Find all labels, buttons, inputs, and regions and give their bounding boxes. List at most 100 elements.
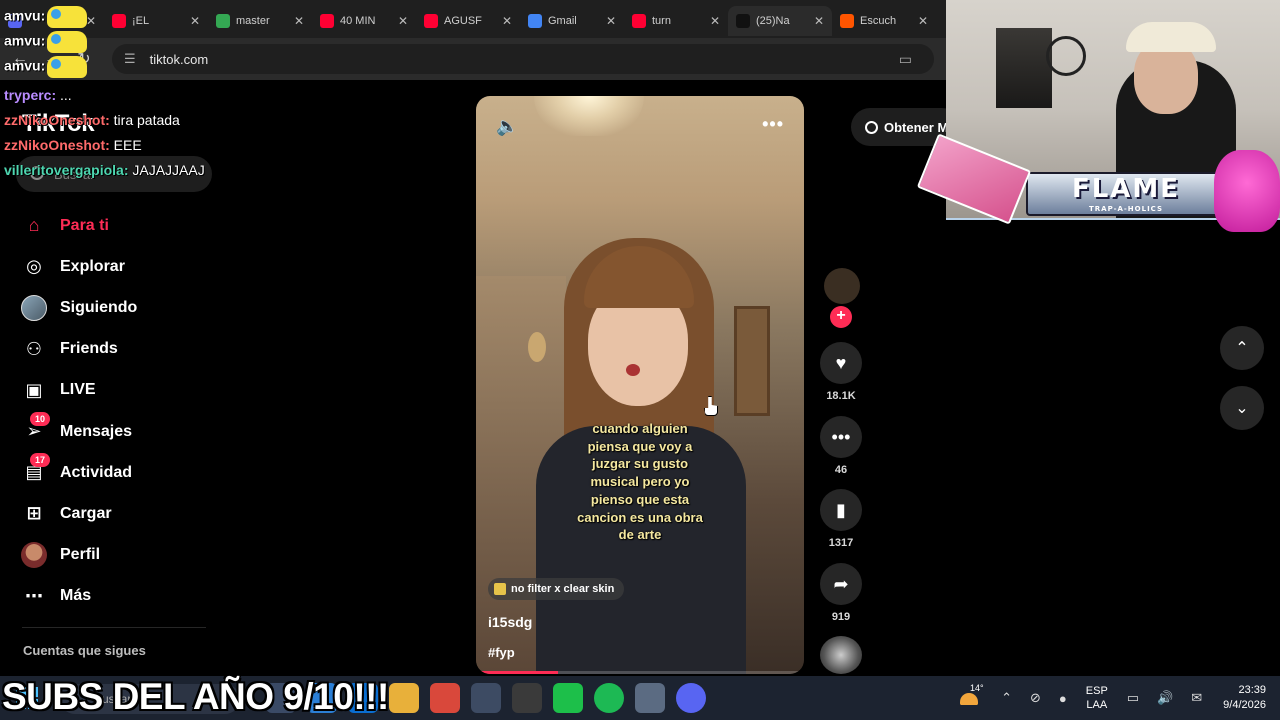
heart-icon[interactable]: ♥ bbox=[820, 342, 862, 384]
sidebar-item-cargar[interactable]: ⊞ Cargar bbox=[20, 493, 210, 534]
video-progress-bar[interactable] bbox=[476, 671, 804, 674]
follow-plus-icon[interactable]: + bbox=[830, 306, 852, 328]
chat-username: villeritovergapiola: bbox=[4, 162, 129, 178]
more-options-icon[interactable]: ••• bbox=[762, 114, 784, 135]
profile-avatar-icon bbox=[20, 541, 48, 569]
sidebar-item-siguiendo[interactable]: Siguiendo bbox=[20, 287, 210, 328]
sidebar-item-label: Actividad bbox=[60, 463, 133, 481]
close-tab-icon[interactable]: ✕ bbox=[918, 14, 928, 28]
music-pill[interactable]: no filter x clear skin bbox=[488, 578, 625, 600]
live-tv-icon: ▣ bbox=[25, 379, 43, 400]
close-tab-icon[interactable]: ✕ bbox=[190, 14, 200, 28]
browser-toolbar: ← → ↻ ☰ tiktok.com ▭ bbox=[0, 38, 946, 80]
notification-icon[interactable]: ✉ bbox=[1191, 690, 1202, 706]
chat-text: tira patada bbox=[109, 112, 180, 128]
save-action[interactable]: ▮ 1317 bbox=[818, 489, 864, 549]
pink-buddha-sticker bbox=[1214, 150, 1280, 232]
chat-message: amvu: bbox=[4, 6, 88, 28]
browser-tab[interactable]: Gmail ✕ bbox=[520, 6, 624, 36]
share-icon[interactable]: ➦ bbox=[820, 563, 862, 605]
flame-logo-banner: FLAME TRAP-A-HOLICS bbox=[1026, 172, 1226, 216]
comment-icon[interactable]: ••• bbox=[820, 416, 862, 458]
video-player[interactable]: 🔈 ••• cuando alguien piensa que voy a ju… bbox=[476, 96, 804, 674]
close-tab-icon[interactable]: ✕ bbox=[814, 14, 824, 28]
store-icon[interactable] bbox=[429, 683, 460, 713]
site-settings-icon[interactable]: ☰ bbox=[124, 51, 136, 67]
discord-icon[interactable] bbox=[675, 683, 706, 713]
browser-tab[interactable]: (25)Na ✕ bbox=[728, 6, 832, 36]
chat-emote-icon bbox=[47, 31, 88, 53]
creator-avatar[interactable] bbox=[824, 268, 860, 304]
browser-tab[interactable]: AGUSF ✕ bbox=[416, 6, 520, 36]
sidebar-item-live[interactable]: ▣ LIVE bbox=[20, 370, 210, 411]
volume-icon[interactable]: 🔈 bbox=[496, 116, 518, 137]
comment-action[interactable]: ••• 46 bbox=[818, 416, 864, 476]
more-icon: ⋯ bbox=[25, 585, 43, 606]
address-bar[interactable]: ☰ tiktok.com ▭ bbox=[112, 44, 934, 74]
previous-video-button[interactable]: ⌃ bbox=[1220, 326, 1264, 370]
tiktok-icon bbox=[736, 14, 750, 28]
youtube-icon bbox=[632, 14, 646, 28]
volume-tray-icon[interactable]: 🔊 bbox=[1157, 690, 1173, 706]
settings-icon[interactable] bbox=[634, 683, 665, 713]
activity-icon: ▤ 17 bbox=[20, 452, 50, 487]
tray-expand-icon[interactable]: ⌃ bbox=[1001, 690, 1012, 706]
close-tab-icon[interactable]: ✕ bbox=[86, 14, 96, 28]
video-username[interactable]: i15sdg bbox=[488, 614, 532, 630]
close-tab-icon[interactable]: ✕ bbox=[502, 14, 512, 28]
obs-icon[interactable] bbox=[511, 683, 542, 713]
tab-title: Gmail bbox=[548, 15, 577, 27]
browser-tab[interactable]: 40 MIN ✕ bbox=[312, 6, 416, 36]
video-hashtag[interactable]: #fyp bbox=[488, 645, 515, 660]
weather-icon bbox=[960, 693, 978, 705]
sidebar-item-para-ti[interactable]: ⌂ Para ti bbox=[20, 205, 210, 246]
sidebar-item-más[interactable]: ⋯ Más bbox=[20, 576, 210, 617]
compass-icon: ◎ bbox=[26, 256, 42, 277]
following-accounts-title: Cuentas que sigues bbox=[23, 643, 146, 658]
sidebar-item-perfil[interactable]: Perfil bbox=[20, 535, 210, 576]
share-action[interactable]: ➦ 919 bbox=[818, 563, 864, 623]
sidebar-item-explorar[interactable]: ◎ Explorar bbox=[20, 246, 210, 287]
browser-tab[interactable]: master ✕ bbox=[208, 6, 312, 36]
close-tab-icon[interactable]: ✕ bbox=[398, 14, 408, 28]
sidebar-item-friends[interactable]: ⚇ Friends bbox=[20, 329, 210, 370]
chat-message: villeritovergapiola: JAJAJJAAJ bbox=[4, 162, 205, 178]
chat-username: zzNikoOneshot: bbox=[4, 137, 110, 153]
display-icon[interactable]: ▭ bbox=[1127, 690, 1139, 706]
close-tab-icon[interactable]: ✕ bbox=[606, 14, 616, 28]
chat-username: amvu: bbox=[4, 32, 46, 49]
chrome-icon[interactable] bbox=[470, 683, 501, 713]
system-clock[interactable]: 23:39 9/4/2026 bbox=[1223, 683, 1266, 713]
next-video-button[interactable]: ⌄ bbox=[1220, 386, 1264, 430]
person-mouth bbox=[626, 364, 640, 376]
browser-tab[interactable]: turn ✕ bbox=[624, 6, 728, 36]
language-indicator[interactable]: ESP LAA bbox=[1086, 684, 1108, 712]
messages-icon: ➢ 10 bbox=[20, 411, 50, 446]
kick-icon[interactable] bbox=[552, 683, 583, 713]
drive-icon bbox=[216, 14, 230, 28]
cast-icon[interactable]: ▭ bbox=[899, 51, 912, 68]
sidebar-menu: ⌂ Para ti ◎ Explorar Siguiendo ⚇ Friends ▣ LIVE ➢… bbox=[20, 205, 210, 617]
bookmark-icon[interactable]: ▮ bbox=[820, 489, 862, 531]
get-app-label: Obtener M bbox=[884, 119, 949, 135]
sidebar-item-actividad[interactable]: ▤ 17 Actividad bbox=[20, 452, 210, 493]
sidebar-item-label: Cargar bbox=[60, 504, 112, 522]
upload-icon: ⊞ bbox=[26, 503, 42, 524]
weather-widget[interactable]: 14° bbox=[956, 683, 984, 711]
spotify-icon[interactable] bbox=[593, 683, 624, 713]
music-disc-icon[interactable] bbox=[820, 636, 862, 674]
chat-text: JAJAJJAAJ bbox=[128, 162, 205, 178]
browser-tab[interactable]: ¡EL ✕ bbox=[104, 6, 208, 36]
browser-tab[interactable]: Escuch ✕ bbox=[832, 6, 936, 36]
close-tab-icon[interactable]: ✕ bbox=[294, 14, 304, 28]
network-off-icon[interactable]: ⊘ bbox=[1030, 690, 1041, 706]
following-avatar-icon bbox=[20, 294, 48, 322]
file-explorer-icon[interactable] bbox=[388, 683, 419, 713]
close-tab-icon[interactable]: ✕ bbox=[710, 14, 720, 28]
chat-username: tryperc: bbox=[4, 87, 57, 103]
sidebar-item-mensajes[interactable]: ➢ 10 Mensajes bbox=[20, 411, 210, 452]
sidebar-item-label: Explorar bbox=[60, 257, 125, 275]
screen: ✕ ¡EL ✕ master ✕ 40 MIN ✕ AGUSF ✕ Gmail ✕ turn ✕ (25)… bbox=[0, 0, 1280, 720]
microphone-icon[interactable]: ● bbox=[1059, 691, 1067, 706]
like-action[interactable]: ♥ 18.1K bbox=[818, 342, 864, 402]
